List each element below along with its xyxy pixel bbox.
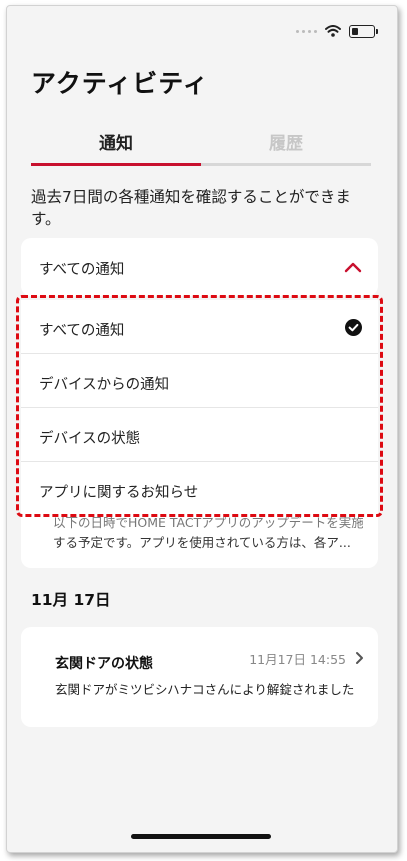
partial-notice-line-2: する予定です。アプリを使用されている方は、各ア... xyxy=(53,535,351,550)
filter-option-label: デバイスの状態 xyxy=(39,431,141,447)
wifi-icon xyxy=(325,25,341,37)
tab-bar: 通知 履歴 xyxy=(31,126,371,166)
section-date-heading: 11月 17日 xyxy=(31,591,111,609)
filter-option-all[interactable]: すべての通知 xyxy=(21,300,378,354)
partial-notice-line-1: 以下の日時でHOME TACTアプリのアップデートを実施 xyxy=(53,515,363,530)
notification-title: 玄関ドアの状態 xyxy=(55,656,153,672)
battery-level xyxy=(352,27,358,35)
filter-option-device-notifications[interactable]: デバイスからの通知 xyxy=(21,354,378,408)
filter-option-label: デバイスからの通知 xyxy=(39,377,170,393)
page-title: アクティビティ xyxy=(31,69,209,98)
filter-option-label: すべての通知 xyxy=(39,323,125,339)
tab-history[interactable]: 履歴 xyxy=(201,126,371,166)
filter-option-app-announcements[interactable]: アプリに関するお知らせ xyxy=(21,462,378,514)
filter-selected-label: すべての通知 xyxy=(39,262,125,278)
chevron-up-icon xyxy=(344,258,362,277)
notification-card[interactable]: 玄関ドアの状態 11月17日 14:55 玄関ドアがミツビシハナコさんにより解錠… xyxy=(21,627,378,727)
tab-notifications[interactable]: 通知 xyxy=(31,126,201,166)
notification-body: 玄関ドアがミツビシハナコさんにより解錠されました xyxy=(55,682,355,697)
status-bar xyxy=(296,22,378,40)
check-icon xyxy=(345,319,362,340)
filter-select[interactable]: すべての通知 xyxy=(21,238,378,296)
filter-option-device-status[interactable]: デバイスの状態 xyxy=(21,408,378,462)
filter-option-label: アプリに関するお知らせ xyxy=(39,485,199,501)
partial-notice-card[interactable]: 以下の日時でHOME TACTアプリのアップデートを実施 する予定です。アプリを… xyxy=(21,506,378,568)
filter-dropdown: すべての通知 デバイスからの通知 デバイスの状態 アプリに関するお知らせ xyxy=(21,300,378,514)
signal-icon xyxy=(296,29,317,33)
chevron-right-icon xyxy=(355,650,364,669)
notification-time: 11月17日 14:55 xyxy=(249,652,346,667)
battery-icon xyxy=(349,24,378,38)
home-indicator[interactable] xyxy=(131,834,271,839)
phone-screen: アクティビティ 通知 履歴 過去7日間の各種通知を確認することができます。 すべ… xyxy=(6,5,398,853)
description-text: 過去7日間の各種通知を確認することができます。 xyxy=(31,188,351,228)
